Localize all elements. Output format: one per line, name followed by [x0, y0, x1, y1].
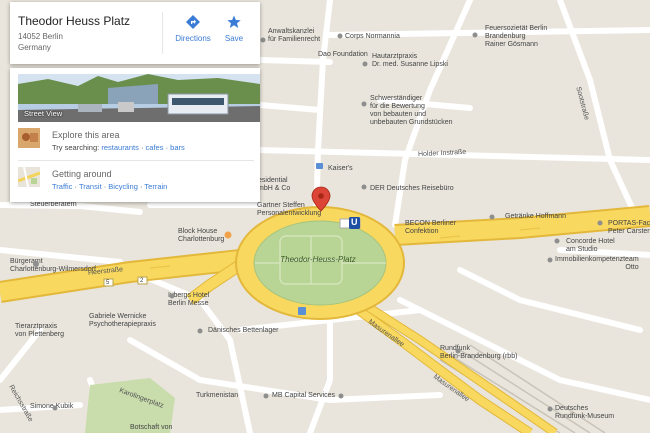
poi-dfr[interactable]: DER Deutsches Reisebüro [370, 185, 454, 193]
star-icon [211, 14, 257, 30]
row-divider [18, 160, 254, 161]
explore-icon [18, 128, 44, 148]
poi-baettenlager[interactable]: Dänisches Bettenlager [208, 327, 278, 335]
u-bahn-icon[interactable]: U [351, 218, 358, 227]
map-canvas[interactable]: Theodor-Heuss-Platz Heerstraße Holder In… [0, 0, 650, 433]
poi-feuer[interactable]: Feuersozietät Berlin Brandenburg Rainer … [485, 25, 547, 49]
place-card: Theodor Heuss Platz 14052 Berlin Germany… [10, 2, 260, 64]
save-label: Save [224, 34, 244, 43]
poi-blockhouse[interactable]: Block House Charlottenburg [178, 228, 224, 244]
poi-turkmenistan[interactable]: Turkmenistan [196, 392, 238, 400]
street-view-label: Street View [24, 109, 63, 118]
poi-ivbergs[interactable]: Ivbergs Hotel Berlin Messe [168, 292, 209, 308]
poi-kaisers[interactable]: Kaiser's [328, 165, 353, 173]
explore-card: Street View Explore this area Try search… [10, 68, 260, 202]
poi-schwer[interactable]: Schwerständiger für die Bewertung von be… [370, 95, 453, 127]
search-link-restaurants[interactable]: restaurants [101, 143, 139, 152]
transport-links: Traffic · Transit · Bicycling · Terrain [52, 182, 168, 191]
poi-getraenke[interactable]: Getränke Hoffmann [505, 213, 566, 221]
explore-title: Explore this area [52, 130, 120, 140]
route-shield-5: 5 [106, 280, 110, 286]
poi-dotschaft[interactable]: Botschaft von [130, 424, 172, 432]
place-address-line2: Germany [18, 43, 51, 52]
directions-button[interactable]: Directions [170, 14, 216, 43]
poi-museum[interactable]: Deutsches Rundfunk-Museum [555, 405, 614, 421]
poi-residential[interactable]: esidential mbH & Co [258, 177, 290, 193]
poi-anwaltskanzlei[interactable]: Anwaltskanzlei für Familienrecht [268, 28, 320, 44]
save-button[interactable]: Save [211, 14, 257, 43]
link-traffic[interactable]: Traffic [52, 182, 72, 191]
poi-wernicke[interactable]: Gabriele Wernicke Psychotherapiepraxis [89, 313, 156, 329]
try-searching-label: Try searching: [52, 143, 100, 152]
getting-around-icon [17, 166, 44, 188]
link-terrain[interactable]: Terrain [144, 182, 167, 191]
link-bicycling[interactable]: Bicycling [108, 182, 138, 191]
search-link-cafes[interactable]: cafes [146, 143, 164, 152]
explore-area-row: Explore this area Try searching: restaur… [18, 128, 254, 154]
place-name: Theodor Heuss Platz [18, 14, 131, 28]
poi-hautarzt[interactable]: Hautarztpraxis Dr. med. Susanne Lipski [372, 53, 448, 69]
card-divider [162, 12, 163, 54]
poi-concorde[interactable]: Concorde Hotel am Studio [566, 238, 615, 254]
search-link-bars[interactable]: bars [170, 143, 185, 152]
getting-around-title: Getting around [52, 169, 112, 179]
directions-label: Directions [175, 34, 211, 43]
getting-around-row: Getting around Traffic · Transit · Bicyc… [17, 166, 254, 193]
poi-gartner[interactable]: Gartner Steffen Personalentwicklung [257, 202, 321, 218]
poi-steuer[interactable]: Steuerberatern [30, 201, 77, 209]
poi-mbcapital[interactable]: MB Capital Services [272, 392, 335, 400]
poi-dao[interactable]: Dao Foundation [318, 51, 368, 59]
link-transit[interactable]: Transit [79, 182, 102, 191]
poi-tierarzt[interactable]: Tierarztpraxis von Plettenberg [15, 323, 64, 339]
poi-rundfunk[interactable]: Rundfunk Berlin-Brandenburg (rbb) [440, 345, 517, 361]
poi-portas[interactable]: PORTAS-Fach Peter Carsten [608, 220, 650, 236]
explore-search-links: Try searching: restaurants · cafes · bar… [52, 143, 185, 152]
poi-buergeramt[interactable]: Bürgeramt Charlottenburg-Wilmersdorf [10, 258, 96, 274]
route-shield-2: 2 [140, 278, 144, 284]
street-view-thumbnail[interactable]: Street View [18, 74, 260, 122]
poi-corps[interactable]: Corps Normannia [345, 33, 400, 41]
poi-becon[interactable]: BECON Berliner Confektion [405, 220, 456, 236]
place-address-line1: 14052 Berlin [18, 32, 63, 41]
square-label: Theodor-Heuss-Platz [280, 255, 356, 264]
poi-immobilien[interactable]: Immobilienkompetenzteam Otto [555, 256, 639, 272]
directions-icon [170, 14, 216, 30]
poi-simone[interactable]: Simone Kubik [30, 403, 73, 411]
